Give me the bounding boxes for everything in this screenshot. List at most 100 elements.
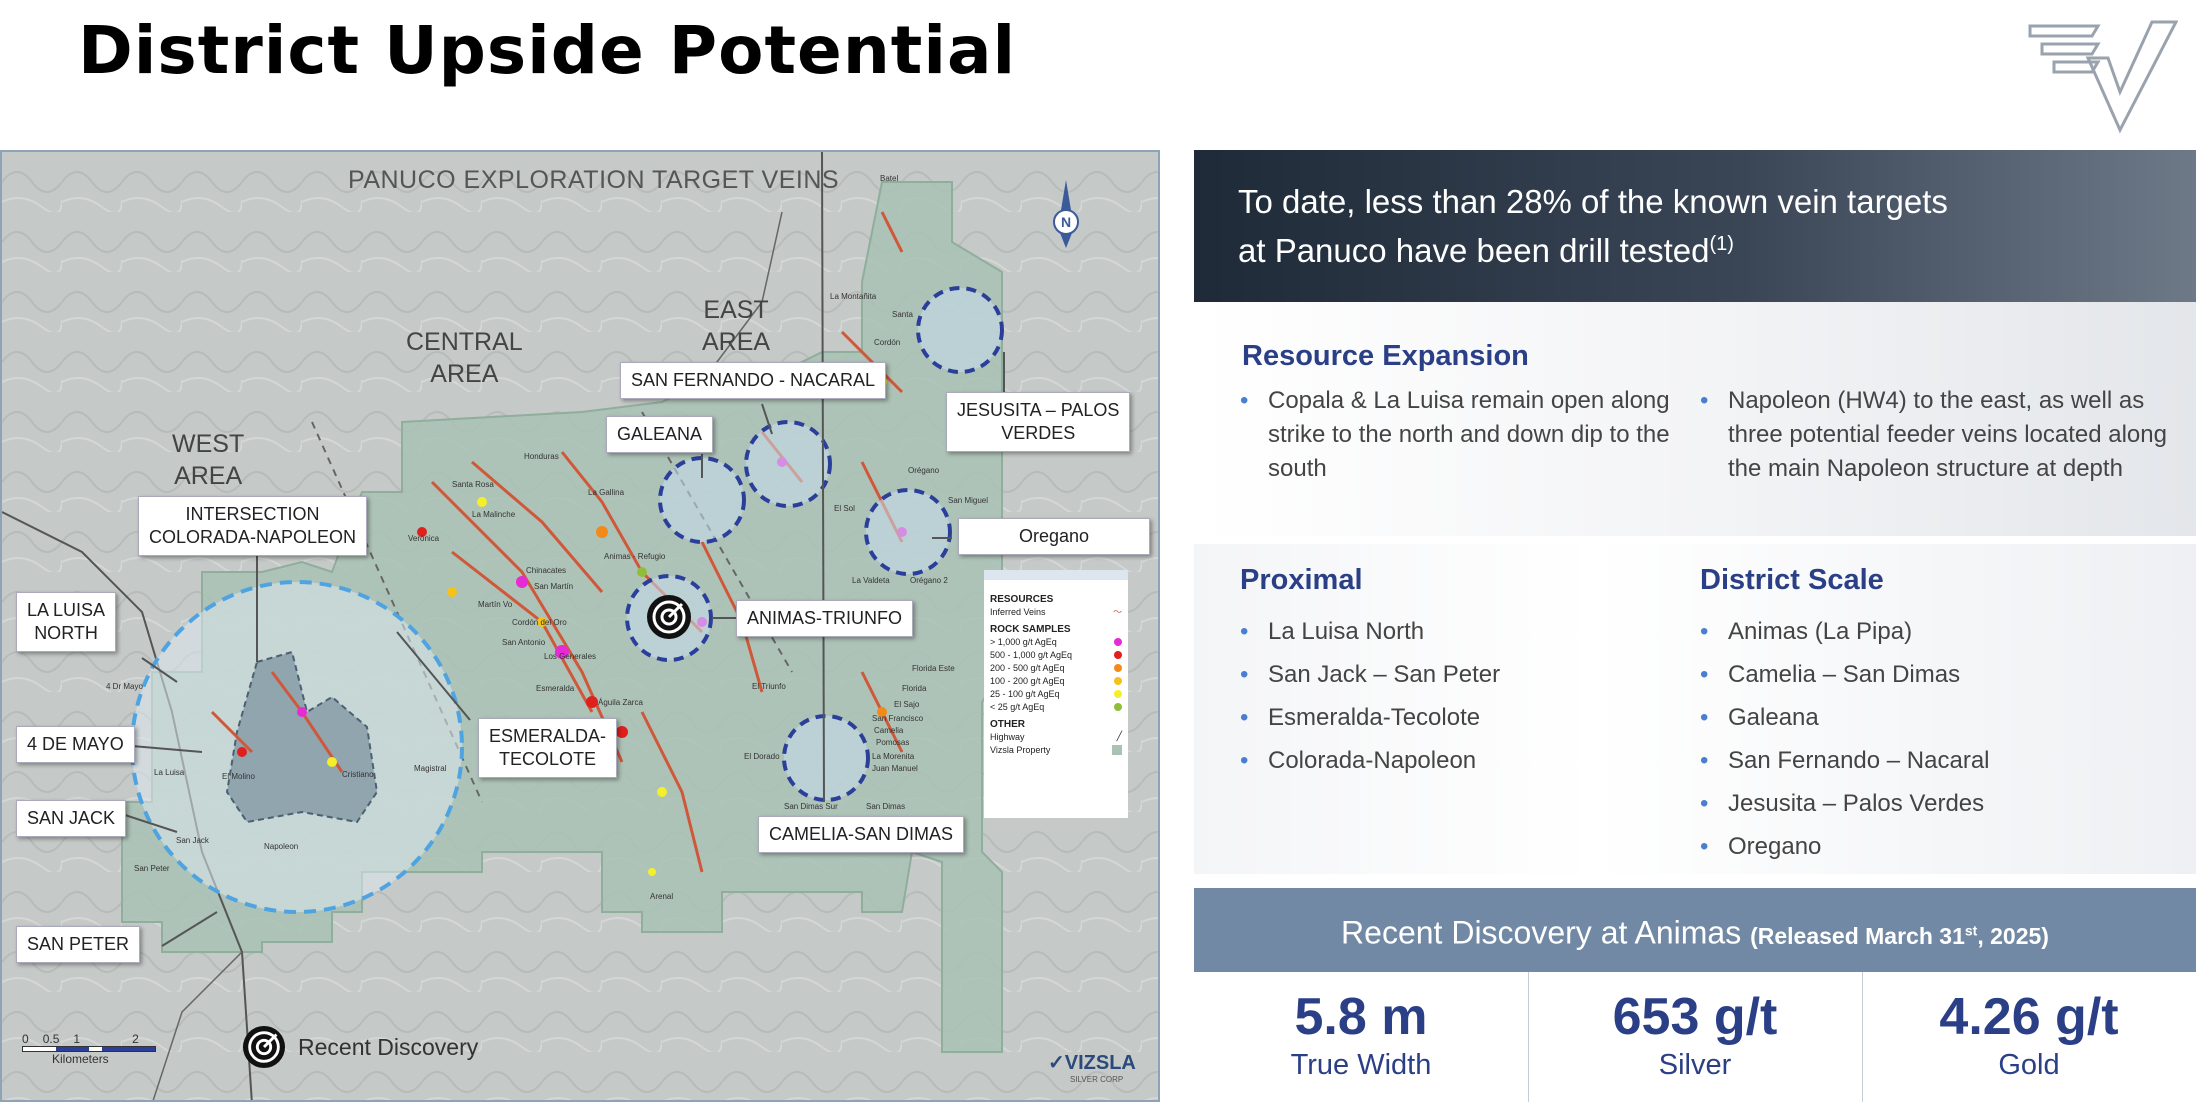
sample-dot-icon xyxy=(1114,650,1122,659)
town-label: Santa Rosa xyxy=(452,480,494,489)
legend-inferred-veins: Inferred Veins xyxy=(990,606,1046,617)
legend-sample-row: < 25 g/t AgEq xyxy=(990,700,1122,713)
town-label: Los Generales xyxy=(544,652,597,661)
town-label: 4 Dr Mayo xyxy=(106,682,143,691)
recent-discovery-title: Recent Discovery at Animas xyxy=(1341,914,1742,951)
town-label: Martín Vo xyxy=(478,600,513,609)
proximal-list: La Luisa North San Jack – San Peter Esme… xyxy=(1240,610,1680,782)
list-item: Oregano xyxy=(1700,825,2170,868)
town-label: Honduras xyxy=(524,452,559,461)
v-logo-icon: ✓ xyxy=(1048,1052,1065,1074)
label-oregano: Oregano xyxy=(958,518,1150,555)
town-label: Napoleon xyxy=(264,842,299,851)
town-label: Orégano 2 xyxy=(910,576,948,585)
legend-sample-row: 200 - 500 g/t AgEq xyxy=(990,661,1122,674)
legend-sample-label: 200 - 500 g/t AgEq xyxy=(990,662,1065,673)
legend-sample-label: 100 - 200 g/t AgEq xyxy=(990,675,1065,686)
town-label: El Sajo xyxy=(894,700,920,709)
highway-line-icon: ╱ xyxy=(1116,731,1122,741)
target-icon xyxy=(242,1025,286,1069)
town-label: San Francisco xyxy=(872,714,924,723)
town-label: La Morenita xyxy=(872,752,915,761)
scale-bar: 0 0.5 1 2 Kilometers xyxy=(22,1032,156,1066)
stat-label: True Width xyxy=(1290,1049,1432,1081)
list-item: Jesusita – Palos Verdes xyxy=(1700,782,2170,825)
vizsla-logo-icon xyxy=(2028,20,2178,134)
label-esmeralda-tecolote: ESMERALDA- TECOLOTE xyxy=(478,718,618,778)
town-label: Florida xyxy=(902,684,927,693)
town-label: Juan Manuel xyxy=(872,764,918,773)
legend-other-heading: OTHER xyxy=(990,719,1025,730)
sample-dot-icon xyxy=(1114,702,1122,711)
legend-rock-samples-heading: ROCK SAMPLES xyxy=(990,624,1071,635)
property-swatch-icon xyxy=(1112,744,1122,755)
banner-line-2: at Panuco have been drill tested xyxy=(1238,232,1710,269)
list-item: Napoleon (HW4) to the east, as well as t… xyxy=(1700,384,2170,486)
list-item: Animas (La Pipa) xyxy=(1700,610,2170,653)
stat-silver: 653 g/t Silver xyxy=(1528,972,1862,1102)
legend-sample-label: > 1,000 g/t AgEq xyxy=(990,636,1057,647)
legend-sample-label: 500 - 1,000 g/t AgEq xyxy=(990,649,1073,660)
headline-banner: To date, less than 28% of the known vein… xyxy=(1194,150,2196,302)
town-label: San Dimas Sur xyxy=(784,802,838,811)
town-label: Florida Este xyxy=(912,664,955,673)
town-label: San Dimas xyxy=(866,802,906,811)
east-area-label: EAST AREA xyxy=(702,296,771,356)
label-galeana: GALEANA xyxy=(606,416,714,453)
town-label: San Peter xyxy=(134,864,170,873)
resource-expansion-list-left: Copala & La Luisa remain open along stri… xyxy=(1240,384,1670,486)
label-san-fernando-nacaral: SAN FERNANDO - NACARAL xyxy=(620,362,887,399)
town-label: San Jack xyxy=(176,836,209,845)
list-item: Camelia – San Dimas xyxy=(1700,653,2170,696)
town-label: Pomosas xyxy=(876,738,910,747)
legend-vizsla-property: Vizsla Property xyxy=(990,744,1051,755)
town-label: Chinacates xyxy=(526,566,567,575)
town-label: La Valdeta xyxy=(852,576,890,585)
sample-dot-icon xyxy=(1114,689,1122,698)
vein-line-icon: ～ xyxy=(1112,607,1122,617)
recent-discovery-bar: Recent Discovery at Animas (Released Mar… xyxy=(1194,888,2196,972)
town-label: La Montañita xyxy=(830,292,877,301)
label-la-luisa-north: LA LUISA NORTH xyxy=(16,592,117,652)
vizsla-brand: ✓VIZSLA SILVER CORP xyxy=(1048,1052,1136,1084)
list-item: Esmeralda-Tecolote xyxy=(1240,696,1680,739)
legend-sample-label: 25 - 100 g/t AgEq xyxy=(990,688,1060,699)
legend-sample-label: < 25 g/t AgEq xyxy=(990,701,1045,712)
town-label: La Gallina xyxy=(588,488,625,497)
stat-gold: 4.26 g/t Gold xyxy=(1862,972,2196,1102)
scale-unit: Kilometers xyxy=(52,1052,109,1066)
town-label: Águila Zarca xyxy=(598,698,643,707)
label-san-peter: SAN PETER xyxy=(16,926,141,963)
stat-value: 5.8 m xyxy=(1294,988,1428,1046)
list-item: Copala & La Luisa remain open along stri… xyxy=(1240,384,1670,486)
central-area-label: CENTRAL AREA xyxy=(406,328,523,388)
town-label: La Malinche xyxy=(472,510,516,519)
town-label: Cordón xyxy=(874,338,901,347)
town-label: Cristiano xyxy=(342,770,374,779)
town-label: Cordón del Oro xyxy=(512,618,567,627)
resource-expansion-list-right: Napoleon (HW4) to the east, as well as t… xyxy=(1700,384,2170,486)
town-label: El Sol xyxy=(834,504,855,513)
town-label: El Triunfo xyxy=(752,682,786,691)
recent-discovery-label: Recent Discovery xyxy=(298,1033,479,1060)
map-title: PANUCO EXPLORATION TARGET VEINS xyxy=(348,166,840,194)
recent-discovery-legend: Recent Discovery xyxy=(242,1025,478,1069)
north-arrow-icon: N xyxy=(1053,180,1079,248)
label-intersection-colorada-napoleon: INTERSECTION COLORADA-NAPOLEON xyxy=(138,496,368,556)
release-date: (Released March 31st, 2025) xyxy=(1750,922,2049,949)
town-label: La Luisa xyxy=(154,768,185,777)
label-camelia-san-dimas: CAMELIA-SAN DIMAS xyxy=(758,816,965,853)
stat-true-width: 5.8 m True Width xyxy=(1194,972,1528,1102)
town-label: Batel xyxy=(880,174,899,183)
legend-sample-row: 100 - 200 g/t AgEq xyxy=(990,674,1122,687)
proximal-title: Proximal xyxy=(1240,564,1363,596)
town-label: El Molino xyxy=(222,772,255,781)
town-label: Animas - Refugio xyxy=(604,552,666,561)
town-label: San Miguel xyxy=(948,496,989,505)
list-item: Colorada-Napoleon xyxy=(1240,739,1680,782)
list-item: Galeana xyxy=(1700,696,2170,739)
sample-dot-icon xyxy=(1114,663,1122,672)
legend-sample-row: 25 - 100 g/t AgEq xyxy=(990,687,1122,700)
town-label: Magistral xyxy=(414,764,447,773)
legend-samples: > 1,000 g/t AgEq 500 - 1,000 g/t AgEq 200 … xyxy=(990,635,1122,713)
